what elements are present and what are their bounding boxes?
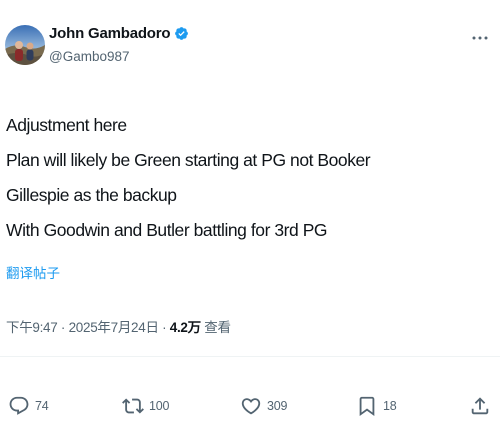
tweet-time[interactable]: 下午9:47: [6, 320, 58, 335]
author-display-name[interactable]: John Gambadoro: [49, 26, 171, 41]
meta-separator: ·: [158, 320, 170, 335]
author-handle[interactable]: @Gambo987: [49, 50, 189, 64]
share-icon: [471, 397, 489, 415]
repost-button[interactable]: 100: [122, 395, 169, 417]
bookmark-icon: [359, 396, 375, 417]
meta-separator: ·: [57, 320, 69, 335]
more-icon[interactable]: [470, 28, 490, 48]
tweet-text-line: Plan will likely be Green starting at PG…: [6, 150, 371, 170]
repost-count: 100: [149, 399, 170, 413]
tweet-text-line: Adjustment here: [6, 115, 127, 135]
like-button[interactable]: 309: [240, 395, 287, 417]
tweet-text-line: With Goodwin and Butler battling for 3rd…: [6, 220, 328, 240]
action-bar: 74 100 309 18: [0, 392, 500, 422]
share-button[interactable]: [469, 395, 491, 417]
reply-icon: [9, 396, 29, 415]
reply-count: 74: [35, 399, 49, 413]
tweet-text: Adjustment here Plan will likely be Gree…: [6, 111, 486, 251]
views-count[interactable]: 4.2万: [170, 320, 201, 335]
author-block: John Gambadoro @Gambo987: [49, 26, 189, 64]
tweet-text-line: Gillespie as the backup: [6, 185, 177, 205]
tweet-meta: 下午9:47 · 2025年7月24日 · 4.2万 查看: [6, 316, 231, 336]
translate-post-link[interactable]: 翻译帖子: [6, 262, 60, 282]
tweet-card: John Gambadoro @Gambo987 Adjustment here…: [0, 0, 500, 440]
like-icon: [241, 398, 261, 415]
divider: [0, 356, 500, 357]
reply-button[interactable]: 74: [8, 395, 49, 417]
bookmark-button[interactable]: 18: [356, 395, 397, 417]
repost-icon: [122, 398, 144, 414]
views-label: 查看: [204, 320, 231, 335]
tweet-date[interactable]: 2025年7月24日: [69, 320, 159, 335]
avatar[interactable]: [5, 25, 45, 65]
author-name-row: John Gambadoro: [49, 26, 189, 41]
like-count: 309: [267, 399, 288, 413]
bookmark-count: 18: [383, 399, 397, 413]
verified-badge-icon[interactable]: [174, 26, 189, 41]
